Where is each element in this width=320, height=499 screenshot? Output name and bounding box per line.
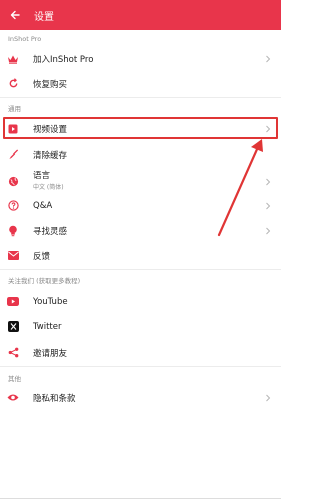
annotation-arrow <box>217 139 263 237</box>
